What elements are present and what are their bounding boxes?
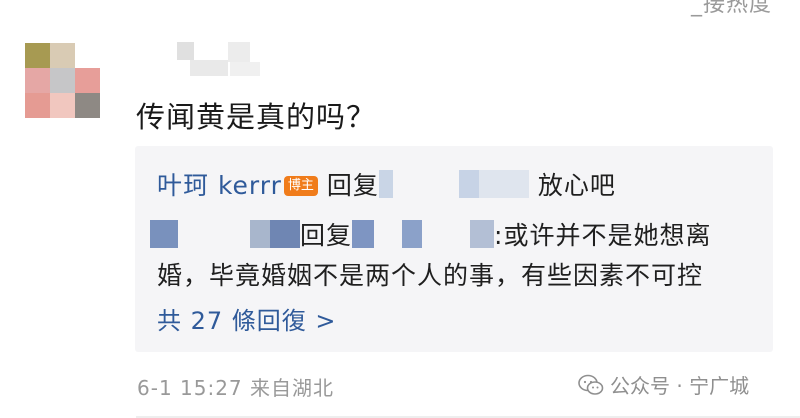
reply-author[interactable]: 叶珂 kerrr [157, 171, 282, 200]
reply-item[interactable]: 叶珂 kerrr 博主 回复 放心吧 [157, 166, 616, 202]
watermark-text: 公众号 · 宁广城 [610, 374, 750, 398]
reply-box[interactable]: 叶珂 kerrr 博主 回复 放心吧 回复 :或许并不是她想离 婚，毕竟婚姻不是两个… [135, 146, 773, 352]
comment-text: 传闻黄是真的吗？ [136, 100, 377, 134]
comment-meta: 6-1 15:27 来自湖北 [137, 372, 334, 401]
reply-text: :或许并不是她想离 [494, 221, 712, 250]
timestamp: 6-1 15:27 [137, 376, 243, 400]
pixelated-name [378, 170, 529, 198]
username-pixelated[interactable] [150, 42, 260, 80]
reply-word: 回复 [326, 171, 379, 200]
watermark: 公众号 · 宁广城 [578, 370, 749, 399]
pixelated-name [150, 220, 300, 248]
pixelated-name [352, 220, 495, 248]
reply-text: 放心吧 [537, 171, 616, 200]
sort-toggle[interactable]: _接热度 [691, 0, 772, 18]
owner-badge: 博主 [283, 176, 318, 196]
more-replies-link[interactable]: 共 27 條回復 > [157, 301, 337, 336]
location: 来自湖北 [250, 376, 335, 400]
wechat-icon [578, 374, 604, 395]
reply-item[interactable]: 回复 :或许并不是她想离 [150, 216, 711, 252]
avatar[interactable] [25, 43, 100, 118]
reply-word: 回复 [300, 221, 353, 250]
reply-text-continuation: 婚，毕竟婚姻不是两个人的事，有些因素不可控 [157, 261, 704, 290]
